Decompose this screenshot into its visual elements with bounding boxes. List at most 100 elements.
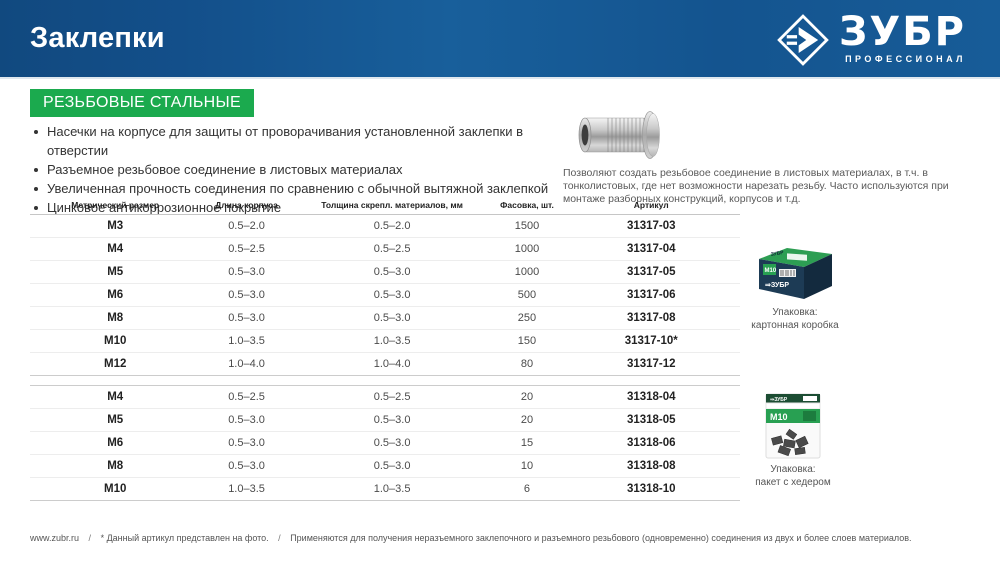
footer-separator: / — [89, 533, 92, 543]
column-header: Фасовка, шт. — [491, 197, 562, 215]
article-cell: 31318-06 — [562, 432, 740, 455]
value-cell: 0.5–3.0 — [200, 261, 292, 284]
article-cell: 31318-08 — [562, 455, 740, 478]
value-cell: 20 — [491, 409, 562, 432]
brand-logo: ЗУБР ПРОФЕССИОНАЛ — [777, 12, 966, 66]
value-cell: 15 — [491, 432, 562, 455]
value-cell: 0.5–3.0 — [200, 432, 292, 455]
spec-table-carton: Метрический размерДлина корпусаТолщина с… — [30, 197, 740, 376]
footer-separator: / — [278, 533, 281, 543]
value-cell: 0.5–3.0 — [200, 409, 292, 432]
site-link[interactable]: www.zubr.ru — [30, 533, 79, 543]
size-cell: M5 — [30, 261, 200, 284]
value-cell: 0.5–3.0 — [293, 284, 492, 307]
page-title: Заклепки — [30, 22, 165, 55]
size-cell: M8 — [30, 455, 200, 478]
table-row: M30.5–2.00.5–2.0150031317-03 — [30, 215, 740, 238]
value-cell: 0.5–3.0 — [293, 409, 492, 432]
value-cell: 0.5–2.0 — [200, 215, 292, 238]
value-cell: 1.0–3.5 — [200, 330, 292, 353]
size-cell: M10 — [30, 330, 200, 353]
table-row: M60.5–3.00.5–3.050031317-06 — [30, 284, 740, 307]
value-cell: 6 — [491, 478, 562, 501]
column-header: Артикул — [562, 197, 740, 215]
table-row: M50.5–3.00.5–3.0100031317-05 — [30, 261, 740, 284]
value-cell: 1000 — [491, 261, 562, 284]
size-cell: M6 — [30, 284, 200, 307]
size-cell: M6 — [30, 432, 200, 455]
table-header-row: Метрический размерДлина корпусаТолщина с… — [30, 197, 740, 215]
value-cell: 0.5–2.5 — [200, 386, 292, 409]
value-cell: 1000 — [491, 238, 562, 261]
size-cell: M12 — [30, 353, 200, 376]
svg-text:M10: M10 — [765, 268, 777, 274]
svg-text:M10: M10 — [770, 412, 788, 422]
footnote-usage: Применяются для получения неразъемного з… — [290, 533, 911, 543]
size-cell: M8 — [30, 307, 200, 330]
value-cell: 80 — [491, 353, 562, 376]
value-cell: 1.0–3.5 — [200, 478, 292, 501]
table-row: M80.5–3.00.5–3.025031317-08 — [30, 307, 740, 330]
article-cell: 31317-12 — [562, 353, 740, 376]
article-cell: 31317-04 — [562, 238, 740, 261]
value-cell: 1.0–3.5 — [293, 478, 492, 501]
value-cell: 0.5–2.5 — [293, 238, 492, 261]
size-cell: M5 — [30, 409, 200, 432]
article-cell: 31317-06 — [562, 284, 740, 307]
size-cell: M10 — [30, 478, 200, 501]
value-cell: 0.5–2.5 — [293, 386, 492, 409]
table-row: M121.0–4.01.0–4.08031317-12 — [30, 353, 740, 376]
footnote-article: * Данный артикул представлен на фото. — [101, 533, 269, 543]
packaging-bag: ⇒ЗУБР M10 Упаковка: пакет с хедером — [738, 393, 848, 489]
value-cell: 500 — [491, 284, 562, 307]
article-cell: 31317-08 — [562, 307, 740, 330]
size-cell: M4 — [30, 238, 200, 261]
article-cell: 31318-10 — [562, 478, 740, 501]
value-cell: 150 — [491, 330, 562, 353]
table-row: M80.5–3.00.5–3.01031318-08 — [30, 455, 740, 478]
value-cell: 1.0–4.0 — [293, 353, 492, 376]
value-cell: 1500 — [491, 215, 562, 238]
column-header: Длина корпуса — [200, 197, 292, 215]
svg-text:⇒ЗУБР: ⇒ЗУБР — [770, 397, 788, 403]
brand-name: ЗУБР — [839, 12, 966, 52]
header-bag-image: ⇒ЗУБР M10 — [759, 393, 827, 459]
size-cell: M4 — [30, 386, 200, 409]
section-badge: РЕЗЬБОВЫЕ СТАЛЬНЫЕ — [30, 89, 254, 117]
value-cell: 0.5–3.0 — [293, 432, 492, 455]
column-header: Толщина скрепл. материалов, мм — [293, 197, 492, 215]
value-cell: 1.0–4.0 — [200, 353, 292, 376]
value-cell: 250 — [491, 307, 562, 330]
size-cell: M3 — [30, 215, 200, 238]
zubr-diamond-icon — [777, 14, 829, 66]
footer: www.zubr.ru / * Данный артикул представл… — [30, 533, 980, 543]
value-cell: 0.5–2.5 — [200, 238, 292, 261]
brand-text: ЗУБР ПРОФЕССИОНАЛ — [839, 12, 966, 64]
carton-box-image: ЗУБР M10 ⇒ЗУБР — [753, 242, 837, 302]
value-cell: 0.5–3.0 — [200, 307, 292, 330]
catalog-page: Заклепки ЗУБР ПРОФЕССИОНАЛ РЕЗЬБОВЫЕ СТА… — [0, 0, 1000, 563]
value-cell: 0.5–3.0 — [293, 261, 492, 284]
value-cell: 0.5–3.0 — [293, 455, 492, 478]
packaging-caption: Упаковка: пакет с хедером — [738, 463, 848, 489]
value-cell: 1.0–3.5 — [293, 330, 492, 353]
table-row: M40.5–2.50.5–2.52031318-04 — [30, 386, 740, 409]
table-row: M101.0–3.51.0–3.5631318-10 — [30, 478, 740, 501]
svg-text:⇒ЗУБР: ⇒ЗУБР — [765, 282, 789, 289]
feature-item: Насечки на корпусе для защиты от провора… — [30, 122, 570, 160]
value-cell: 0.5–3.0 — [293, 307, 492, 330]
value-cell: 10 — [491, 455, 562, 478]
value-cell: 0.5–2.0 — [293, 215, 492, 238]
header-bar: Заклепки ЗУБР ПРОФЕССИОНАЛ — [0, 0, 1000, 79]
article-cell: 31318-05 — [562, 409, 740, 432]
feature-item: Увеличенная прочность соединения по срав… — [30, 179, 570, 198]
article-cell: 31317-10* — [562, 330, 740, 353]
value-cell: 0.5–3.0 — [200, 284, 292, 307]
table-row: M101.0–3.51.0–3.515031317-10* — [30, 330, 740, 353]
packaging-carton: ЗУБР M10 ⇒ЗУБР Упаковка: картонная короб… — [740, 242, 850, 332]
article-cell: 31318-04 — [562, 386, 740, 409]
rivet-nut-photo — [574, 103, 670, 169]
feature-item: Разъемное резьбовое соединение в листовы… — [30, 160, 570, 179]
column-header: Метрический размер — [30, 197, 200, 215]
value-cell: 0.5–3.0 — [200, 455, 292, 478]
